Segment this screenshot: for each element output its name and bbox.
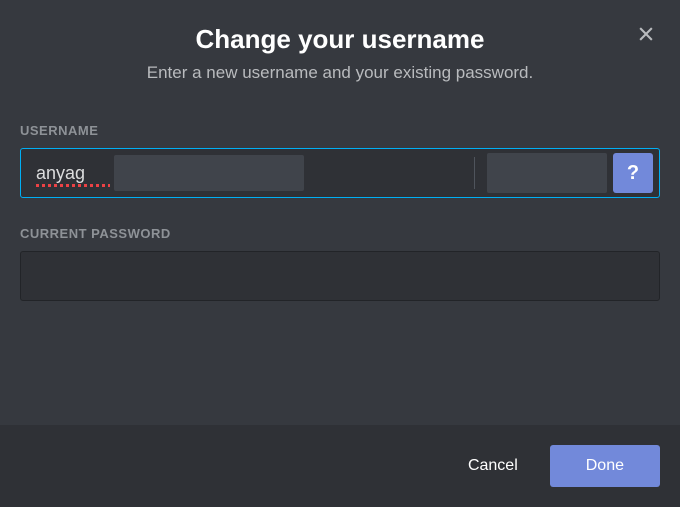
username-field-group: USERNAME ? — [20, 123, 660, 198]
close-button[interactable] — [632, 20, 660, 48]
question-icon: ? — [627, 162, 639, 185]
modal-header: Change your username Enter a new usernam… — [0, 0, 680, 99]
discriminator-wrap: ? — [474, 152, 656, 194]
divider — [474, 157, 475, 189]
modal-subtitle: Enter a new username and your existing p… — [20, 63, 660, 83]
password-field-group: CURRENT PASSWORD — [20, 226, 660, 301]
discriminator-field[interactable] — [487, 153, 607, 193]
username-label: USERNAME — [20, 123, 660, 138]
modal-content: USERNAME ? CURRENT PASSWORD — [0, 99, 680, 425]
change-username-modal: Change your username Enter a new usernam… — [0, 0, 680, 507]
modal-title: Change your username — [20, 24, 660, 55]
password-label: CURRENT PASSWORD — [20, 226, 660, 241]
close-icon — [636, 24, 656, 44]
cancel-button[interactable]: Cancel — [444, 445, 542, 487]
username-container: ? — [20, 148, 660, 198]
spellcheck-underline — [36, 184, 110, 187]
password-input[interactable] — [20, 251, 660, 301]
redaction-overlay — [114, 155, 304, 191]
help-button[interactable]: ? — [613, 153, 653, 193]
done-button[interactable]: Done — [550, 445, 660, 487]
modal-footer: Cancel Done — [0, 425, 680, 507]
